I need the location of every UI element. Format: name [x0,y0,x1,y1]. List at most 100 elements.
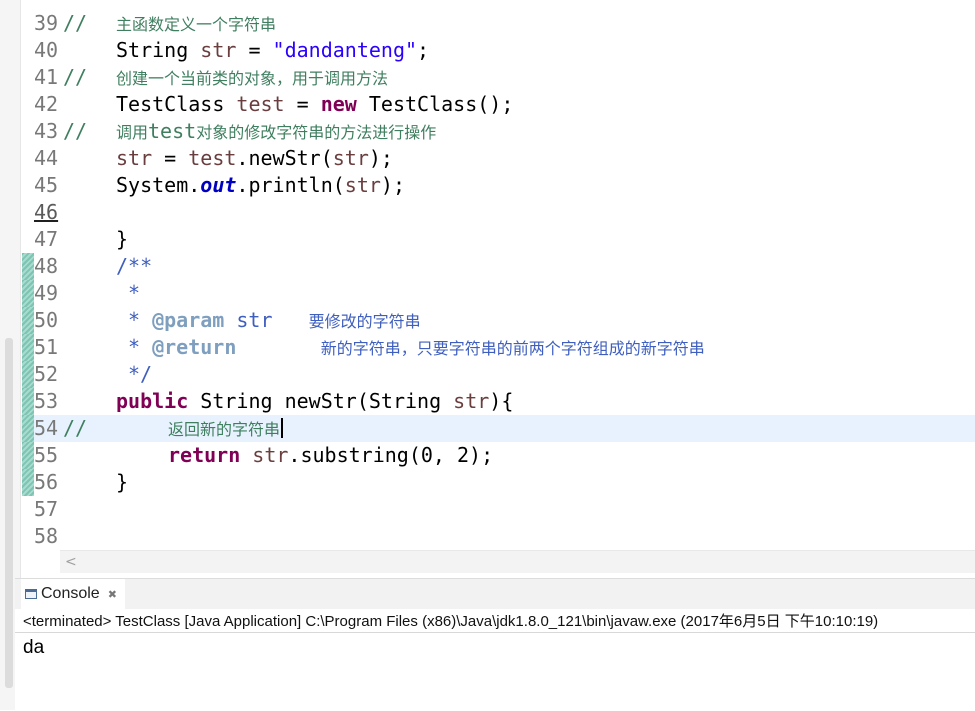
line-comment-marker: // [63,65,88,89]
code-line-43[interactable]: 43//调用test对象的修改字符串的方法进行操作 [21,118,975,145]
code-line-52[interactable]: 52 */ [21,361,975,388]
code-token: str [252,443,289,467]
line-number: 40 [34,38,59,62]
console-tabbar: Console ✖ [15,579,975,609]
line-number: 48 [34,254,59,278]
code-token: @return [152,335,237,359]
code-token: "dandanteng" [272,38,418,62]
line-number: 51 [34,335,59,359]
change-marker [22,334,34,361]
code-token: ); [380,173,406,197]
code-token: str [453,389,490,413]
text-caret [281,418,284,438]
code-line-55[interactable]: 55 return str.substring(0, 2); [21,442,975,469]
code-token: 新的字符串，只要字符串的前两个字符组成的新字符串 [320,339,705,358]
console-tab-label: Console [41,585,100,602]
code-line-58[interactable]: 58 [21,523,975,550]
vertical-scrollbar[interactable] [5,338,13,688]
code-text: 调用test对象的修改字符串的方法进行操作 [116,118,436,145]
code-token: new [320,92,357,116]
code-editor[interactable]: 39//主函数定义一个字符串 40 String str = "dandanteng… [21,0,975,550]
code-token: System. [116,173,201,197]
code-token: return [168,443,241,467]
code-text: 主函数定义一个字符串 [116,10,276,37]
code-token: out [200,173,237,197]
code-token: str [200,38,237,62]
horizontal-scrollbar[interactable]: < [60,550,975,573]
code-token: @param [152,308,225,332]
line-number: 56 [34,470,59,494]
close-icon[interactable]: ✖ [108,588,117,601]
change-marker [22,361,34,388]
code-text: System.out.println(str); [116,172,405,199]
code-line-39[interactable]: 39//主函数定义一个字符串 [21,10,975,37]
change-marker [22,415,34,442]
code-line-56[interactable]: 56} [21,469,975,496]
code-token: str [332,146,369,170]
code-line-48[interactable]: 48 /** [21,253,975,280]
scroll-left-arrow-icon[interactable]: < [65,551,77,573]
change-marker [22,442,34,469]
code-line-53[interactable]: 53 public String newStr(String str){ [21,388,975,415]
code-token: String [116,38,201,62]
code-line-45[interactable]: 45 System.out.println(str); [21,172,975,199]
line-comment-marker: // [63,119,88,143]
code-token: 对象的修改字符串的方法进行操作 [196,123,437,142]
code-token: = [152,146,189,170]
line-number: 42 [34,92,59,116]
line-number: 49 [34,281,59,305]
code-token: } [116,470,129,494]
console-divider [15,632,975,633]
code-token: .newStr( [236,146,333,170]
code-token: ; [417,38,430,62]
change-marker [22,388,34,415]
code-line-42[interactable]: 42 TestClass test = new TestClass(); [21,91,975,118]
line-number: 53 [34,389,59,413]
code-text: } [116,469,128,496]
code-text: return str.substring(0, 2); [168,442,493,469]
line-number: 50 [34,308,59,332]
code-text: 创建一个当前类的对象，用于调用方法 [116,64,388,91]
code-text: * @return 新的字符串，只要字符串的前两个字符组成的新字符串 [128,334,705,361]
code-token: test [236,92,285,116]
code-line-41[interactable]: 41//创建一个当前类的对象，用于调用方法 [21,64,975,91]
console-output: da [23,637,45,658]
code-token: ){ [489,389,514,413]
code-line-40[interactable]: 40 String str = "dandanteng"; [21,37,975,64]
code-text: public String newStr(String str){ [116,388,513,415]
line-comment-marker: // [63,11,88,35]
code-token: * [128,335,153,359]
code-token: * [128,308,153,332]
code-line-47[interactable]: 47} [21,226,975,253]
code-line-57[interactable]: 57 [21,496,975,523]
line-comment-marker: // [63,416,88,440]
tab-console[interactable]: Console ✖ [21,579,125,609]
code-text: str = test.newStr(str); [116,145,393,172]
code-line-50[interactable]: 50 * @param str 要修改的字符串 [21,307,975,334]
code-line-44[interactable]: 44 str = test.newStr(str); [21,145,975,172]
code-token: str [224,308,309,332]
line-number: 46 [34,200,59,224]
code-line-46[interactable]: 46 [21,199,975,226]
code-text: } [116,226,128,253]
change-marker [22,469,34,496]
code-token: test [148,119,197,143]
code-token: = [236,38,273,62]
code-line-54[interactable]: 54//返回新的字符串 [21,415,975,442]
code-line-51[interactable]: 51 * @return 新的字符串，只要字符串的前两个字符组成的新字符串 [21,334,975,361]
code-token: TestClass [116,92,237,116]
code-token: .println( [236,173,345,197]
code-token: str [344,173,381,197]
console-status-line: <terminated> TestClass [Java Application… [23,613,879,630]
code-line-49[interactable]: 49 * [21,280,975,307]
code-text: String str = "dandanteng"; [116,37,429,64]
console-panel: Console ✖ <terminated> TestClass [Java A… [15,578,975,711]
code-token: 主函数定义一个字符串 [116,15,277,34]
code-text: 返回新的字符串 [168,415,284,442]
code-text: * @param str 要修改的字符串 [128,307,421,334]
code-token: TestClass(); [356,92,514,116]
line-number: 57 [34,497,59,521]
code-token: .substring(0, 2); [288,443,494,467]
code-token: test [188,146,237,170]
